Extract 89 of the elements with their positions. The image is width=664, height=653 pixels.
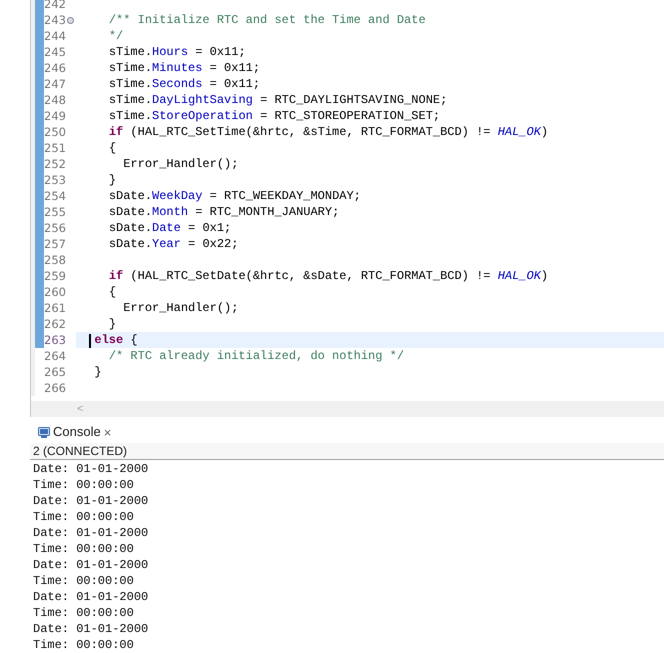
console-output-line: Date: 01-01-2000 [33,493,148,509]
line-number: 255 [44,204,66,220]
code-text: sDate. [108,237,152,251]
line-number: 248 [44,92,66,108]
tab-label: Console [53,423,101,442]
code-text: Error_Handler(); [123,301,238,315]
code-text: = 0x11; [210,77,260,91]
code-text: (HAL_RTC_SetDate(&hrtc, &sDate, RTC_FORMAT_BCD) != [130,269,492,283]
code-field: StoreOperation [152,109,253,123]
code-text: } [108,317,116,331]
code-text: = RTC_DAYLIGHTSAVING_NONE; [260,93,448,107]
console-output-line: Date: 01-01-2000 [33,589,148,605]
close-tab-button[interactable]: × [104,426,112,438]
code-text: { [130,333,138,347]
code-field: WeekDay [152,189,202,203]
code-field: Date [152,221,181,235]
code-text: = RTC_WEEKDAY_MONDAY; [210,189,361,203]
line-number: 261 [44,300,66,316]
console-output-line: Time: 00:00:00 [33,541,134,557]
code-text: sTime. [108,109,152,123]
line-number: 262 [44,316,66,332]
code-field: Month [152,205,188,219]
line-number: 266 [44,380,66,396]
code-text: = RTC_MONTH_JANUARY; [195,205,340,219]
code-text: } [108,173,116,187]
code-comment: /* RTC already initialized, do nothing */ [108,349,404,363]
code-field: Seconds [152,77,202,91]
line-number: 250 [44,124,66,140]
code-text: sTime. [108,45,152,59]
code-comment: /** Initialize RTC and set the Time and Date [108,13,426,27]
code-constant: HAL_OK [498,125,541,139]
text-cursor [89,334,92,348]
code-text: = RTC_STOREOPERATION_SET; [260,109,440,123]
code-field: Hours [152,45,188,59]
code-text: sDate. [108,205,152,219]
console-output-line: Date: 01-01-2000 [33,461,148,477]
code-text: { [108,141,116,155]
code-text: = 0x11; [195,45,246,59]
line-number: 247 [44,76,66,92]
line-number: 258 [44,252,66,268]
console-output-line: Time: 00:00:00 [33,573,134,589]
code-keyword: if [108,125,124,139]
line-number: 264 [44,348,66,364]
line-number: 252 [44,156,66,172]
code-text: Error_Handler(); [123,157,238,171]
code-text: ) [540,125,548,139]
code-text: sTime. [108,61,152,75]
code-text: = 0x1; [188,221,232,235]
code-comment: */ [108,29,124,43]
line-number: 253 [44,172,66,188]
console-output-line: Time: 00:00:00 [33,605,134,621]
code-keyword: else [94,333,124,347]
line-number: 257 [44,236,66,252]
line-number: 254 [44,188,66,204]
code-text: = 0x22; [188,237,238,251]
code-text: { [108,285,116,299]
code-field: Minutes [152,61,202,75]
console-output-line: Time: 00:00:00 [33,509,134,525]
line-number: 245 [44,44,66,60]
code-text: } [94,365,102,379]
line-number: 256 [44,220,66,236]
console-icon [38,426,50,438]
console-output-line: Time: 00:00:00 [33,637,134,653]
line-number: 263 [44,332,66,348]
code-text: sDate. [108,221,152,235]
code-text: = 0x11; [210,61,260,75]
line-number: 243 [44,12,66,28]
code-text: (HAL_RTC_SetTime(&hrtc, &sTime, RTC_FORMAT_BCD) != [130,125,492,139]
console-output-line: Date: 01-01-2000 [33,525,148,541]
line-number: 251 [44,140,66,156]
collapse-icon[interactable] [66,16,74,24]
line-number: 260 [44,284,66,300]
code-text: sTime. [108,77,152,91]
line-number: 246 [44,60,66,76]
code-field: DayLightSaving [152,93,253,107]
code-text: sTime. [108,93,152,107]
code-field: Year [152,237,181,251]
code-keyword: if [108,269,124,283]
line-number: 259 [44,268,66,284]
line-number: 244 [44,28,66,44]
line-number: 265 [44,364,66,380]
console-output-line: Date: 01-01-2000 [33,621,148,637]
code-constant: HAL_OK [498,269,541,283]
console-output-line: Time: 00:00:00 [33,477,134,493]
code-text: ) [540,269,548,283]
console-output-line: Date: 01-01-2000 [33,557,148,573]
console-session-label: 2 (CONNECTED) [32,443,128,460]
line-number: 249 [44,108,66,124]
code-text: sDate. [108,189,152,203]
